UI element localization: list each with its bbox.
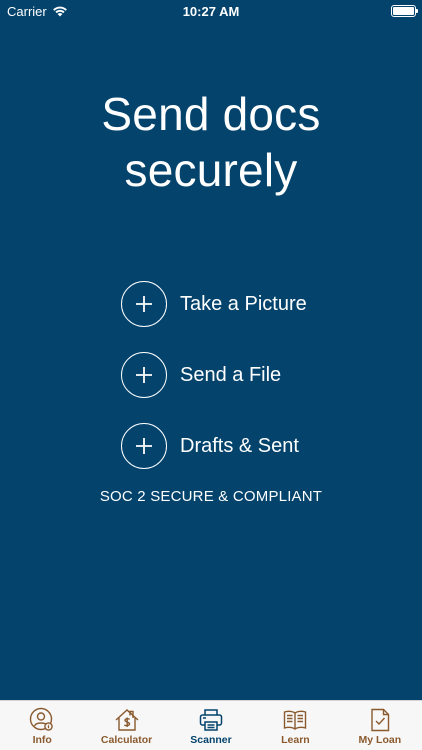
headline-line-1: Send docs	[101, 88, 321, 140]
tab-scanner-label: Scanner	[190, 734, 232, 746]
compliance-text: SOC 2 SECURE & COMPLIANT	[99, 488, 323, 505]
tab-info[interactable]: Info	[0, 701, 84, 750]
plus-circle-icon	[121, 352, 167, 398]
tab-calculator-label: Calculator	[100, 734, 153, 746]
printer-icon	[199, 709, 223, 731]
status-left: Carrier	[7, 4, 68, 19]
tab-scanner[interactable]: Scanner	[169, 701, 253, 750]
tab-my-loan-label: My Loan	[358, 734, 402, 746]
status-bar: Carrier 10:27 AM	[0, 0, 422, 22]
tab-calculator[interactable]: Calculator	[84, 701, 168, 750]
send-file-label: Send a File	[180, 363, 282, 386]
tab-info-label: Info	[32, 734, 52, 746]
plus-circle-icon	[121, 281, 167, 327]
drafts-sent-button[interactable]: Drafts & Sent	[121, 423, 307, 469]
tab-my-loan[interactable]: My Loan	[338, 701, 422, 750]
send-file-button[interactable]: Send a File	[121, 352, 307, 398]
drafts-sent-label: Drafts & Sent	[180, 434, 299, 457]
carrier-label: Carrier	[7, 3, 47, 19]
user-info-icon	[30, 707, 54, 731]
document-check-icon	[371, 708, 390, 732]
headline-line-2: securely	[124, 144, 298, 196]
take-picture-label: Take a Picture	[180, 292, 307, 315]
book-icon	[284, 710, 307, 730]
page-headline: Send docs securely	[0, 86, 422, 198]
house-dollar-icon	[115, 709, 139, 731]
tab-learn-label: Learn	[281, 734, 310, 746]
plus-circle-icon	[121, 423, 167, 469]
action-list: Take a Picture Send a File Drafts & Sent	[121, 281, 307, 494]
tab-bar: Info Calculator Scanner Learn My Loan	[0, 700, 422, 750]
tab-learn[interactable]: Learn	[253, 701, 337, 750]
take-picture-button[interactable]: Take a Picture	[121, 281, 307, 327]
battery-fill	[393, 7, 414, 15]
battery-icon	[391, 5, 418, 17]
wifi-icon	[52, 6, 67, 17]
